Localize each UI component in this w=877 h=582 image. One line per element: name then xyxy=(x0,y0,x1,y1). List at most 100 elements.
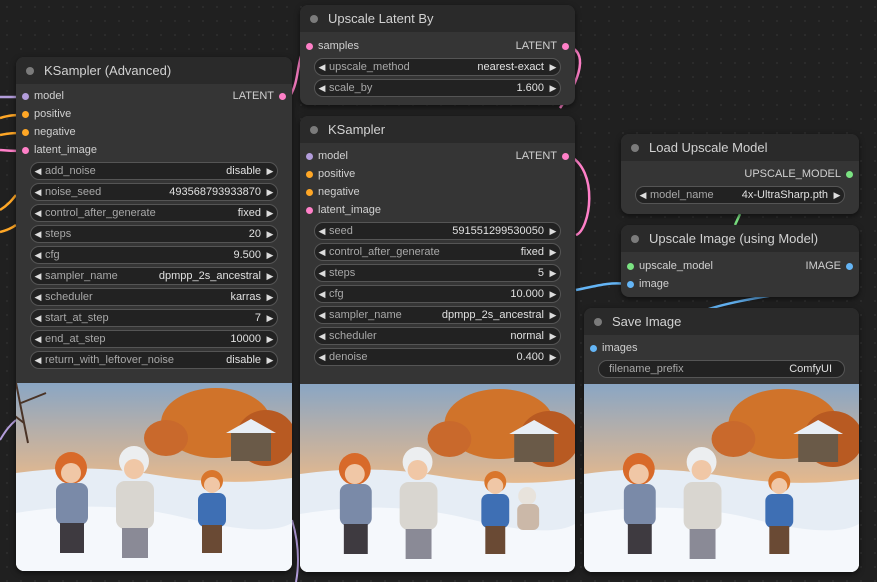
arrow-right-icon[interactable]: ▶ xyxy=(263,334,277,345)
input-pin-icon[interactable] xyxy=(22,111,29,118)
arrow-left-icon[interactable]: ◀ xyxy=(31,187,45,198)
slot-upscale-model[interactable]: upscale_model IMAGE xyxy=(621,257,859,275)
slot-model[interactable]: model LATENT xyxy=(300,147,575,165)
widget-control-after-generate[interactable]: ◀ control_after_generate fixed ▶ xyxy=(30,204,278,222)
widget-denoise[interactable]: ◀ denoise 0.400 ▶ xyxy=(314,348,561,366)
widget-return-with-leftover-noise[interactable]: ◀ return_with_leftover_noise disable ▶ xyxy=(30,351,278,369)
output-pin-icon[interactable] xyxy=(846,263,853,270)
slot-positive[interactable]: positive xyxy=(16,105,292,123)
node-title-bar[interactable]: Save Image xyxy=(584,308,859,335)
widget-scheduler[interactable]: ◀ scheduler normal ▶ xyxy=(314,327,561,345)
arrow-right-icon[interactable]: ▶ xyxy=(546,331,560,342)
arrow-right-icon[interactable]: ▶ xyxy=(263,250,277,261)
widget-seed[interactable]: ◀ seed 591551299530050 ▶ xyxy=(314,222,561,240)
output-pin-icon[interactable] xyxy=(846,171,853,178)
arrow-left-icon[interactable]: ◀ xyxy=(315,247,329,258)
arrow-left-icon[interactable]: ◀ xyxy=(315,83,329,94)
arrow-left-icon[interactable]: ◀ xyxy=(315,331,329,342)
slot-positive[interactable]: positive xyxy=(300,165,575,183)
arrow-right-icon[interactable]: ▶ xyxy=(263,271,277,282)
node-ksampler[interactable]: KSampler model LATENT positive negative … xyxy=(300,116,575,572)
arrow-left-icon[interactable]: ◀ xyxy=(31,292,45,303)
arrow-right-icon[interactable]: ▶ xyxy=(546,310,560,321)
input-pin-icon[interactable] xyxy=(627,263,634,270)
widget-upscale-method[interactable]: ◀ upscale_method nearest-exact ▶ xyxy=(314,58,561,76)
arrow-left-icon[interactable]: ◀ xyxy=(636,190,650,201)
slot-negative[interactable]: negative xyxy=(16,123,292,141)
input-pin-icon[interactable] xyxy=(306,43,313,50)
arrow-left-icon[interactable]: ◀ xyxy=(31,334,45,345)
arrow-right-icon[interactable]: ▶ xyxy=(263,208,277,219)
arrow-left-icon[interactable]: ◀ xyxy=(31,166,45,177)
node-title-bar[interactable]: Upscale Image (using Model) xyxy=(621,225,859,252)
arrow-left-icon[interactable]: ◀ xyxy=(31,313,45,324)
collapse-dot-icon[interactable] xyxy=(26,66,34,75)
collapse-dot-icon[interactable] xyxy=(631,234,639,243)
slot-latent-image[interactable]: latent_image xyxy=(300,201,575,219)
widget-scale-by[interactable]: ◀ scale_by 1.600 ▶ xyxy=(314,79,561,97)
widget-sampler-name[interactable]: ◀ sampler_name dpmpp_2s_ancestral ▶ xyxy=(314,306,561,324)
arrow-left-icon[interactable]: ◀ xyxy=(31,355,45,366)
arrow-right-icon[interactable]: ▶ xyxy=(263,166,277,177)
arrow-right-icon[interactable]: ▶ xyxy=(263,313,277,324)
input-pin-icon[interactable] xyxy=(306,207,313,214)
arrow-left-icon[interactable]: ◀ xyxy=(31,229,45,240)
input-pin-icon[interactable] xyxy=(22,93,29,100)
slot-latent-image[interactable]: latent_image xyxy=(16,141,292,159)
arrow-left-icon[interactable]: ◀ xyxy=(315,310,329,321)
input-pin-icon[interactable] xyxy=(306,153,313,160)
input-pin-icon[interactable] xyxy=(627,281,634,288)
input-pin-icon[interactable] xyxy=(22,129,29,136)
arrow-right-icon[interactable]: ▶ xyxy=(546,268,560,279)
node-upscale-image-using-model[interactable]: Upscale Image (using Model) upscale_mode… xyxy=(621,225,859,297)
arrow-right-icon[interactable]: ▶ xyxy=(263,229,277,240)
arrow-right-icon[interactable]: ▶ xyxy=(263,292,277,303)
arrow-right-icon[interactable]: ▶ xyxy=(263,187,277,198)
arrow-left-icon[interactable]: ◀ xyxy=(31,208,45,219)
widget-cfg[interactable]: ◀ cfg 10.000 ▶ xyxy=(314,285,561,303)
slot-upscale-model-output[interactable]: UPSCALE_MODEL xyxy=(621,165,859,183)
slot-samples[interactable]: samples LATENT xyxy=(300,37,575,55)
arrow-right-icon[interactable]: ▶ xyxy=(546,83,560,94)
collapse-dot-icon[interactable] xyxy=(310,125,318,134)
arrow-left-icon[interactable]: ◀ xyxy=(315,268,329,279)
slot-image[interactable]: image xyxy=(621,275,859,293)
arrow-left-icon[interactable]: ◀ xyxy=(315,352,329,363)
node-load-upscale-model[interactable]: Load Upscale Model UPSCALE_MODEL ◀ model… xyxy=(621,134,859,214)
node-upscale-latent-by[interactable]: Upscale Latent By samples LATENT ◀ upsca… xyxy=(300,5,575,105)
collapse-dot-icon[interactable] xyxy=(310,14,318,23)
node-ksampler-advanced[interactable]: KSampler (Advanced) model LATENT positiv… xyxy=(16,57,292,571)
arrow-right-icon[interactable]: ▶ xyxy=(546,352,560,363)
arrow-right-icon[interactable]: ▶ xyxy=(546,62,560,73)
widget-model-name[interactable]: ◀ model_name 4x-UltraSharp.pth ▶ xyxy=(635,186,845,204)
arrow-left-icon[interactable]: ◀ xyxy=(315,289,329,300)
widget-scheduler[interactable]: ◀ scheduler karras ▶ xyxy=(30,288,278,306)
arrow-left-icon[interactable]: ◀ xyxy=(31,271,45,282)
widget-steps[interactable]: ◀ steps 5 ▶ xyxy=(314,264,561,282)
input-pin-icon[interactable] xyxy=(22,147,29,154)
input-pin-icon[interactable] xyxy=(306,189,313,196)
input-pin-icon[interactable] xyxy=(306,171,313,178)
arrow-right-icon[interactable]: ▶ xyxy=(263,355,277,366)
arrow-right-icon[interactable]: ▶ xyxy=(546,226,560,237)
widget-end-at-step[interactable]: ◀ end_at_step 10000 ▶ xyxy=(30,330,278,348)
widget-sampler-name[interactable]: ◀ sampler_name dpmpp_2s_ancestral ▶ xyxy=(30,267,278,285)
arrow-right-icon[interactable]: ▶ xyxy=(830,190,844,201)
slot-model[interactable]: model LATENT xyxy=(16,87,292,105)
node-title-bar[interactable]: KSampler (Advanced) xyxy=(16,57,292,84)
output-pin-icon[interactable] xyxy=(562,43,569,50)
slot-images[interactable]: images xyxy=(584,339,859,357)
widget-add-noise[interactable]: ◀ add_noise disable ▶ xyxy=(30,162,278,180)
widget-noise-seed[interactable]: ◀ noise_seed 493568793933870 ▶ xyxy=(30,183,278,201)
arrow-left-icon[interactable]: ◀ xyxy=(315,62,329,73)
widget-steps[interactable]: ◀ steps 20 ▶ xyxy=(30,225,278,243)
node-title-bar[interactable]: Upscale Latent By xyxy=(300,5,575,32)
widget-cfg[interactable]: ◀ cfg 9.500 ▶ xyxy=(30,246,278,264)
widget-control-after-generate[interactable]: ◀ control_after_generate fixed ▶ xyxy=(314,243,561,261)
output-pin-icon[interactable] xyxy=(279,93,286,100)
node-title-bar[interactable]: KSampler xyxy=(300,116,575,143)
widget-filename-prefix[interactable]: filename_prefix ComfyUI xyxy=(598,360,845,378)
output-pin-icon[interactable] xyxy=(562,153,569,160)
slot-negative[interactable]: negative xyxy=(300,183,575,201)
arrow-left-icon[interactable]: ◀ xyxy=(31,250,45,261)
